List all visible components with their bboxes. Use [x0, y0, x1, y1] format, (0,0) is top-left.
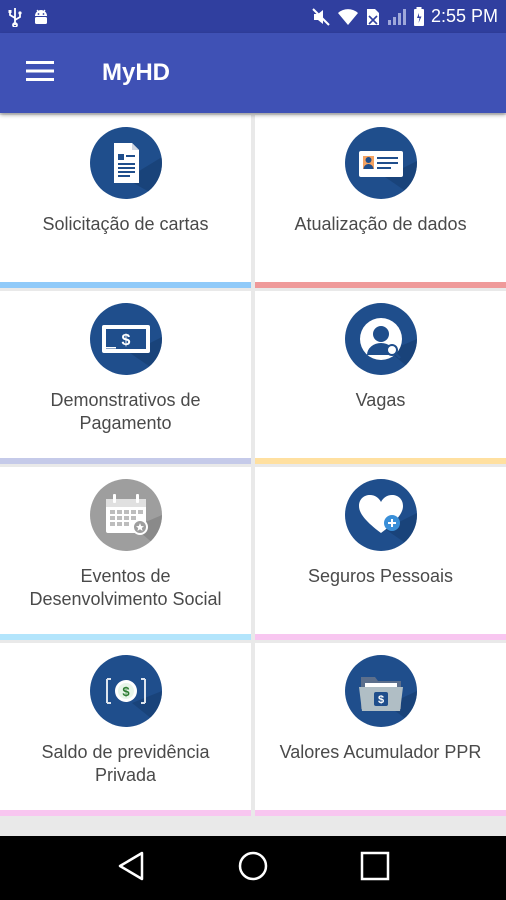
tile-accent-bar: [0, 810, 251, 816]
tile-label: Atualização de dados: [294, 214, 467, 234]
tile-accent-bar: [255, 634, 506, 640]
home-icon: [237, 850, 269, 887]
mute-icon: [311, 7, 331, 27]
tile-label: Seguros Pessoais: [307, 566, 454, 586]
calendar-icon: [89, 479, 162, 551]
status-right-icons: 2:55 PM: [311, 6, 498, 27]
tile-label: Solicitação de cartas: [42, 214, 209, 234]
status-left-icons: [8, 7, 50, 27]
document-icon: [89, 127, 162, 199]
tile-label: Saldo de previdência Privada: [41, 742, 210, 785]
back-button[interactable]: [101, 838, 161, 898]
tile-label: Eventos de Desenvolvimento Social: [29, 566, 222, 609]
android-icon: [32, 8, 50, 26]
tile-vagas[interactable]: Vagas: [255, 291, 506, 464]
job-search-icon: [344, 303, 417, 375]
system-nav-bar: [0, 836, 506, 900]
status-time: 2:55 PM: [430, 6, 498, 26]
tile-accent-bar: [255, 810, 506, 816]
status-bar: 2:55 PM: [0, 0, 506, 33]
menu-button[interactable]: [0, 33, 80, 113]
tile-demonstrativos-pagamento[interactable]: $ Demonstrativos de Pagamento: [0, 291, 251, 464]
tile-accent-bar: [0, 634, 251, 640]
tile-seguros-pessoais[interactable]: Seguros Pessoais: [255, 467, 506, 640]
app-bar: MyHD: [0, 33, 506, 113]
wifi-icon: [337, 8, 359, 26]
coin-icon: $: [89, 655, 162, 727]
money-folder-icon: $: [344, 655, 417, 727]
hamburger-menu-icon: [26, 60, 54, 87]
heart-plus-icon: [344, 479, 417, 551]
tile-accent-bar: [255, 282, 506, 288]
tile-solicitacao-cartas[interactable]: Solicitação de cartas: [0, 115, 251, 288]
svg-text:$: $: [377, 694, 383, 706]
tile-valores-acumulador-ppr[interactable]: $ Valores Acumulador PPR: [255, 643, 506, 816]
tile-accent-bar: [0, 282, 251, 288]
svg-text:$: $: [121, 332, 130, 349]
signal-icon: [387, 8, 407, 26]
usb-icon: [8, 7, 22, 27]
no-sim-icon: [365, 7, 381, 27]
payslip-icon: $: [89, 303, 162, 375]
id-card-icon: [344, 127, 417, 199]
back-icon: [116, 850, 146, 887]
tile-eventos-desenvolvimento-social[interactable]: Eventos de Desenvolvimento Social: [0, 467, 251, 640]
svg-text:$: $: [122, 684, 130, 699]
tile-label: Demonstrativos de Pagamento: [50, 390, 201, 433]
recents-icon: [360, 851, 390, 886]
tile-accent-bar: [0, 458, 251, 464]
menu-grid: Solicitação de cartas Atualização de dad…: [0, 113, 506, 836]
tile-label: Vagas: [355, 390, 406, 410]
tile-atualizacao-dados[interactable]: Atualização de dados: [255, 115, 506, 288]
tile-accent-bar: [255, 458, 506, 464]
home-button[interactable]: [223, 838, 283, 898]
battery-icon: [413, 6, 425, 27]
tile-saldo-previdencia-privada[interactable]: $ Saldo de previdência Privada: [0, 643, 251, 816]
recents-button[interactable]: [345, 838, 405, 898]
app-title: MyHD: [102, 59, 171, 86]
tile-label: Valores Acumulador PPR: [279, 742, 482, 762]
